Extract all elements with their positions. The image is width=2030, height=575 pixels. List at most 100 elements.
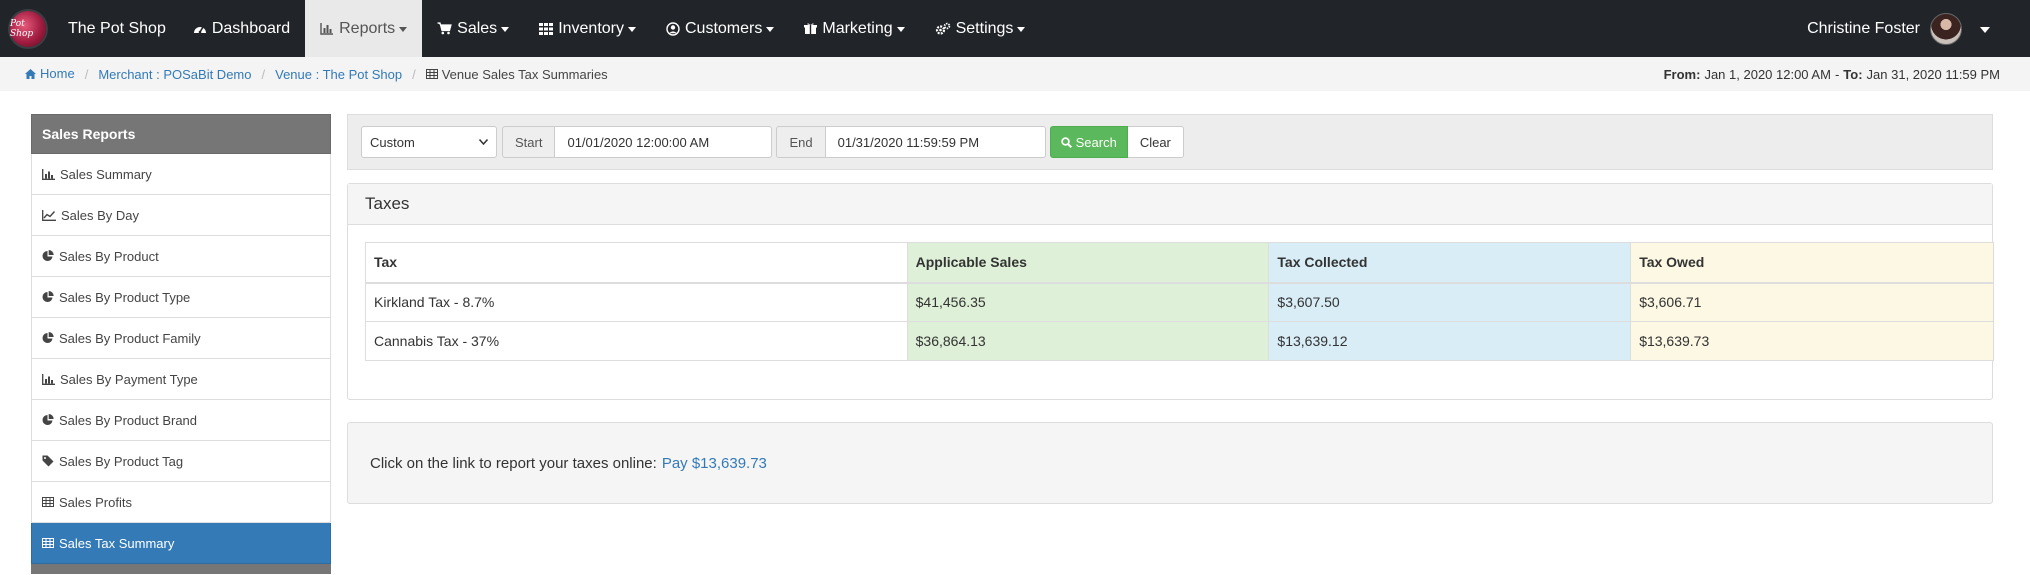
sidebar-item-label: Sales Summary <box>60 166 152 182</box>
tax-owed: $3,606.71 <box>1630 282 1994 322</box>
start-date-input[interactable]: 01/01/2020 12:00:00 AM <box>555 126 773 158</box>
breadcrumb-separator: / <box>412 66 416 82</box>
sidebar-item-label: Sales By Product Tag <box>59 453 184 469</box>
column-header-applicable-sales: Applicable Sales <box>906 242 1270 284</box>
nav-customers-label: Customers <box>685 19 763 37</box>
sidebar-item-sales-by-product-brand[interactable]: Sales By Product Brand <box>31 400 331 441</box>
pie-chart-icon <box>42 414 54 426</box>
nav-marketing[interactable]: Marketing <box>789 0 919 57</box>
chevron-down-icon[interactable] <box>1980 26 1990 33</box>
end-date-group: End 01/31/2020 11:59:59 PM <box>776 126 1046 158</box>
search-button[interactable]: Search <box>1049 126 1128 158</box>
start-date-group: Start 01/01/2020 12:00:00 AM <box>502 126 773 158</box>
pie-chart-icon <box>42 332 54 344</box>
column-header-tax-owed: Tax Owed <box>1630 242 1994 284</box>
table-icon <box>425 69 438 79</box>
nav-inventory[interactable]: Inventory <box>524 0 651 57</box>
tax-owed: $13,639.73 <box>1630 321 1994 361</box>
nav-settings[interactable]: Settings <box>920 0 1041 57</box>
table-row: Kirkland Tax - 8.7% $41,456.35 $3,607.50… <box>365 282 1994 322</box>
brand-name[interactable]: The Pot Shop <box>68 20 166 38</box>
nav-customers[interactable]: Customers <box>651 0 789 57</box>
breadcrumb-home-label: Home <box>40 66 75 82</box>
main-content: Custom Start 01/01/2020 12:00:00 AM End … <box>347 114 1994 504</box>
chevron-down-icon <box>896 27 905 32</box>
tax-collected: $13,639.12 <box>1268 321 1632 361</box>
from-value: Jan 1, 2020 12:00 AM <box>1704 66 1831 82</box>
chevron-down-icon <box>1017 27 1026 32</box>
pay-instructions: Click on the link to report your taxes o… <box>370 454 657 472</box>
search-button-label: Search <box>1075 134 1117 150</box>
range-separator: - <box>1834 66 1840 82</box>
start-label: Start <box>502 126 556 158</box>
pie-chart-icon <box>42 250 54 262</box>
chevron-down-icon <box>501 27 510 32</box>
home-icon <box>25 68 36 79</box>
sidebar-item-sales-profits[interactable]: Sales Profits <box>31 482 331 523</box>
breadcrumb: Home / Merchant : POSaBit Demo / Venue :… <box>0 57 2030 91</box>
pie-chart-icon <box>42 291 54 303</box>
chevron-down-icon <box>399 27 408 32</box>
breadcrumb-venue[interactable]: Venue : The Pot Shop <box>275 67 402 82</box>
gift-icon <box>804 22 818 35</box>
sidebar-item-label: Sales By Product Type <box>59 289 191 305</box>
sidebar-item-label: Sales By Product <box>59 248 159 264</box>
dashboard-icon <box>193 22 207 36</box>
search-actions: Search Clear <box>1049 126 1184 158</box>
nav-settings-label: Settings <box>955 19 1014 37</box>
sidebar-item-sales-by-product-tag[interactable]: Sales By Product Tag <box>31 441 331 482</box>
to-label: To: <box>1843 66 1863 82</box>
taxes-panel: Taxes Tax Applicable Sales Tax Collected… <box>347 183 1994 400</box>
taxes-table: Tax Applicable Sales Tax Collected Tax O… <box>365 242 1994 361</box>
brand-logo[interactable]: Pot Shop <box>10 10 46 47</box>
breadcrumb-merchant[interactable]: Merchant : POSaBit Demo <box>98 67 251 82</box>
sidebar-item-sales-by-day[interactable]: Sales By Day <box>31 195 331 236</box>
date-range-select[interactable]: Custom <box>361 126 497 158</box>
user-menu[interactable]: Christine Foster <box>1807 0 1990 57</box>
sidebar-item-label: Sales By Day <box>61 207 140 223</box>
table-header-row: Tax Applicable Sales Tax Collected Tax O… <box>365 242 1994 284</box>
breadcrumb-home[interactable]: Home <box>25 66 75 82</box>
avatar[interactable] <box>1930 12 1962 45</box>
breadcrumb-separator: / <box>261 66 266 82</box>
applicable-sales: $41,456.35 <box>906 282 1270 322</box>
top-navbar: Pot Shop The Pot Shop Dashboard Reports … <box>0 0 2030 57</box>
pay-taxes-panel: Click on the link to report your taxes o… <box>347 422 1993 504</box>
sidebar-item-sales-tax-summary[interactable]: Sales Tax Summary <box>31 523 331 564</box>
sidebar-item-sales-summary[interactable]: Sales Summary <box>31 154 331 195</box>
nav-sales[interactable]: Sales <box>422 0 524 57</box>
nav-reports-label: Reports <box>339 19 396 37</box>
table-row: Cannabis Tax - 37% $36,864.13 $13,639.12… <box>365 321 1994 361</box>
pay-taxes-link[interactable]: Pay $13,639.73 <box>662 455 767 472</box>
sidebar-item-sales-by-product-type[interactable]: Sales By Product Type <box>31 277 331 318</box>
applicable-sales: $36,864.13 <box>906 321 1270 361</box>
clear-button[interactable]: Clear <box>1127 126 1184 158</box>
chevron-down-icon <box>766 27 775 32</box>
table-icon <box>42 497 54 507</box>
tax-collected: $3,607.50 <box>1268 282 1632 322</box>
taxes-panel-title: Taxes <box>348 184 1992 225</box>
sidebar-item-sales-by-product[interactable]: Sales By Product <box>31 236 331 277</box>
search-icon <box>1060 136 1072 148</box>
user-circle-icon <box>666 21 680 36</box>
column-header-tax: Tax <box>365 242 908 284</box>
bar-chart-icon <box>320 22 334 35</box>
sidebar-item-sales-by-product-family[interactable]: Sales By Product Family <box>31 318 331 359</box>
nav-marketing-label: Marketing <box>822 19 893 37</box>
user-name: Christine Foster <box>1807 19 1920 37</box>
end-date-input[interactable]: 01/31/2020 11:59:59 PM <box>825 126 1046 158</box>
nav-dashboard[interactable]: Dashboard <box>178 0 305 57</box>
to-value: Jan 31, 2020 11:59 PM <box>1866 66 2000 82</box>
column-header-tax-collected: Tax Collected <box>1268 242 1632 284</box>
cart-icon <box>437 22 452 35</box>
sidebar-item-label: Sales By Product Brand <box>59 412 198 428</box>
table-icon <box>42 538 54 548</box>
sales-reports-sidebar: Sales Reports Sales Summary Sales By Day… <box>31 114 331 574</box>
filter-bar: Custom Start 01/01/2020 12:00:00 AM End … <box>347 114 1993 170</box>
sidebar-item-sales-by-payment-type[interactable]: Sales By Payment Type <box>31 359 331 400</box>
date-range-selected: Custom <box>370 134 415 150</box>
tax-name: Kirkland Tax - 8.7% <box>365 282 908 322</box>
tax-name: Cannabis Tax - 37% <box>365 321 908 361</box>
sidebar-item-label: Sales Profits <box>59 494 132 510</box>
nav-reports[interactable]: Reports <box>305 0 423 57</box>
